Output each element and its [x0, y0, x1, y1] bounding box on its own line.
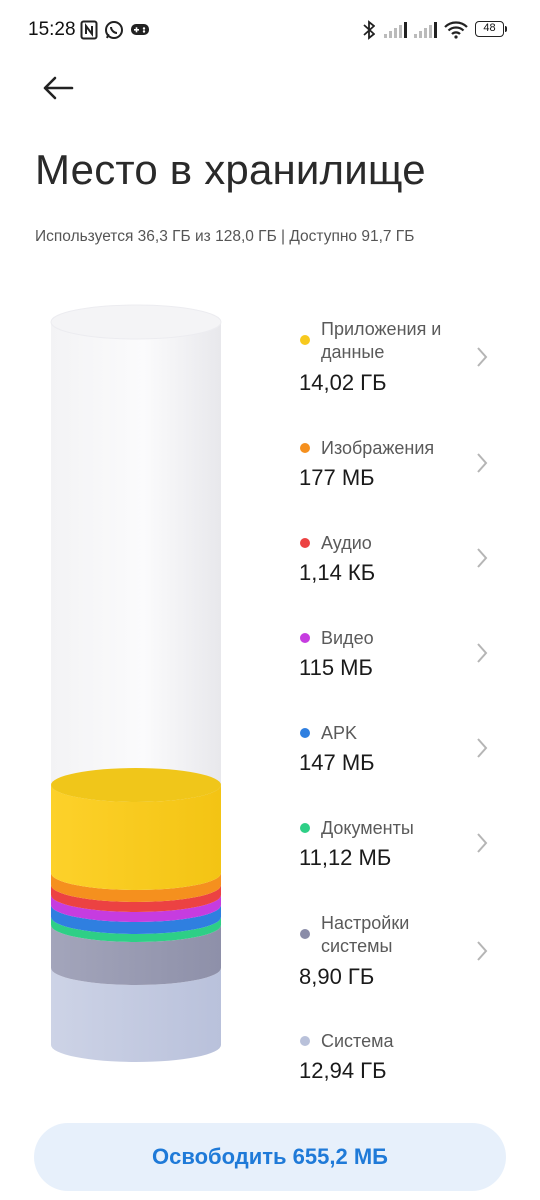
category-item-apk[interactable]: APK 147 МБ	[290, 722, 505, 782]
category-label: Настройки системы	[321, 913, 410, 956]
category-dot	[300, 929, 310, 939]
chevron-right-icon	[477, 941, 488, 961]
category-label: APK	[321, 723, 358, 743]
category-dot	[300, 728, 310, 738]
wifi-icon	[444, 19, 468, 41]
storage-cylinder	[50, 304, 222, 1062]
battery-tip	[505, 26, 507, 32]
chevron-right-icon	[477, 548, 488, 568]
signal-icon	[383, 19, 409, 41]
category-label: Документы	[321, 818, 414, 838]
status-time: 15:28	[28, 19, 76, 40]
category-dot	[300, 823, 310, 833]
whatsapp-icon	[104, 19, 124, 41]
chevron-right-icon	[477, 833, 488, 853]
category-item-apps[interactable]: Приложения и данные 14,02 ГБ	[290, 318, 505, 398]
battery-icon: 48	[475, 21, 504, 37]
category-item-system-settings[interactable]: Настройки системы 8,90 ГБ	[290, 912, 505, 992]
category-item-system[interactable]: Система 12,94 ГБ	[290, 1030, 505, 1090]
chevron-right-icon	[477, 738, 488, 758]
category-dot	[300, 335, 310, 345]
usage-summary: Используется 36,3 ГБ из 128,0 ГБ | Досту…	[35, 228, 415, 245]
category-label: Аудио	[321, 533, 372, 553]
segment-apps-top	[51, 768, 221, 802]
status-bar: 15:28 48	[0, 0, 540, 60]
category-size: 8,90 ГБ	[299, 964, 375, 989]
category-size: 177 МБ	[299, 465, 375, 490]
chevron-right-icon	[477, 453, 488, 473]
category-size: 147 МБ	[299, 750, 375, 775]
bluetooth-icon	[362, 19, 376, 41]
category-item-video[interactable]: Видео 115 МБ	[290, 627, 505, 687]
category-label: Приложения и данные	[321, 319, 442, 362]
category-dot	[300, 633, 310, 643]
page-title: Место в хранилище	[35, 146, 426, 193]
category-size: 14,02 ГБ	[299, 370, 387, 395]
nfc-icon	[80, 19, 98, 41]
category-label: Изображения	[321, 438, 435, 458]
category-dot	[300, 443, 310, 453]
category-label: Система	[321, 1031, 394, 1051]
category-item-documents[interactable]: Документы 11,12 МБ	[290, 817, 505, 877]
chevron-right-icon	[477, 643, 488, 663]
category-item-images[interactable]: Изображения 177 МБ	[290, 437, 505, 497]
back-button[interactable]	[38, 68, 78, 108]
category-dot	[300, 538, 310, 548]
category-label: Видео	[321, 628, 374, 648]
category-item-audio[interactable]: Аудио 1,14 КБ	[290, 532, 505, 592]
category-size: 12,94 ГБ	[299, 1058, 387, 1083]
arrow-left-icon	[43, 76, 74, 100]
category-size: 1,14 КБ	[299, 560, 376, 585]
category-dot	[300, 1036, 310, 1046]
free-up-space-button[interactable]: Освободить 655,2 МБ	[34, 1123, 506, 1191]
signal-icon	[413, 19, 439, 41]
chevron-right-icon	[477, 347, 488, 367]
category-size: 11,12 МБ	[299, 845, 392, 870]
game-controller-icon	[130, 19, 150, 41]
category-size: 115 МБ	[299, 655, 373, 680]
